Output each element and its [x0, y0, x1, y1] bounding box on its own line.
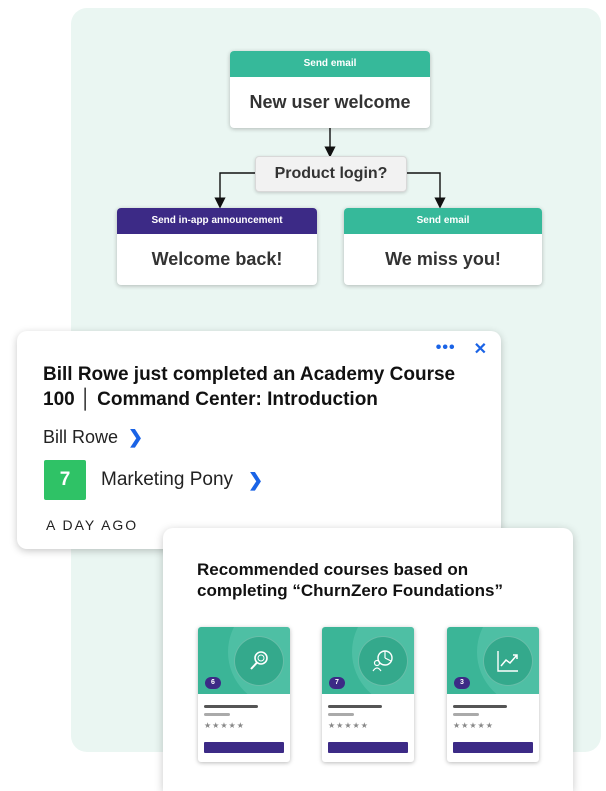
notification-actions: ••• ✕: [436, 339, 487, 359]
flow-node-we-miss-you[interactable]: Send email We miss you!: [344, 208, 542, 285]
course-card[interactable]: 7 ★★★★★: [322, 627, 414, 762]
person-link[interactable]: Bill Rowe ❯: [43, 427, 143, 448]
timestamp: A DAY AGO: [46, 517, 139, 533]
account-link[interactable]: 7 Marketing Pony ❯: [44, 460, 263, 500]
node-header: Send in-app announcement: [117, 208, 317, 234]
course-rating: ★★★★★: [328, 721, 369, 730]
course-rating: ★★★★★: [453, 721, 494, 730]
node-header: Send email: [344, 208, 542, 234]
course-start-button[interactable]: [453, 742, 533, 753]
chevron-right-icon: ❯: [248, 469, 264, 490]
user-pie-chart-icon: [372, 650, 393, 672]
course-title-placeholder: [453, 705, 507, 708]
course-start-button[interactable]: [328, 742, 408, 753]
close-icon[interactable]: ✕: [474, 339, 487, 359]
flow-node-welcome-back[interactable]: Send in-app announcement Welcome back!: [117, 208, 317, 285]
course-title-placeholder: [328, 705, 382, 708]
notification-card: ••• ✕ Bill Rowe just completed an Academ…: [17, 331, 501, 549]
course-subtitle-placeholder: [204, 713, 230, 716]
connector-decision-to-left: [214, 172, 255, 209]
course-title-placeholder: [204, 705, 258, 708]
more-dots-icon[interactable]: •••: [436, 339, 456, 359]
flow-node-start[interactable]: Send email New user welcome: [230, 51, 430, 128]
course-number-badge: 6: [205, 677, 221, 689]
node-header: Send email: [230, 51, 430, 77]
line-chart-icon: [497, 651, 518, 672]
recommendations-card: Recommended courses based on completing …: [163, 528, 573, 791]
course-card[interactable]: 6 ★★★★★: [198, 627, 290, 762]
chevron-right-icon: ❯: [128, 427, 144, 447]
account-badge: 7: [44, 460, 86, 500]
recommendations-heading: Recommended courses based on completing …: [197, 560, 503, 600]
course-card[interactable]: 3 ★★★★★: [447, 627, 539, 762]
search-magnify-icon: [250, 651, 268, 670]
course-thumbnail: 7: [322, 627, 414, 694]
node-title: New user welcome: [249, 92, 411, 112]
notification-title: Bill Rowe just completed an Academy Cour…: [43, 364, 456, 410]
course-subtitle-placeholder: [453, 713, 479, 716]
course-thumbnail: 3: [447, 627, 539, 694]
person-name: Bill Rowe: [43, 427, 119, 447]
account-name: Marketing Pony: [101, 469, 234, 490]
course-subtitle-placeholder: [328, 713, 354, 716]
course-number-badge: 7: [329, 677, 345, 689]
connector-decision-to-right: [405, 172, 446, 209]
node-title: Welcome back!: [151, 249, 283, 269]
course-rating: ★★★★★: [204, 721, 245, 730]
course-start-button[interactable]: [204, 742, 284, 753]
course-number-badge: 3: [454, 677, 470, 689]
node-title: We miss you!: [385, 249, 501, 269]
course-thumbnail: 6: [198, 627, 290, 694]
flow-decision[interactable]: Product login?: [255, 156, 407, 192]
